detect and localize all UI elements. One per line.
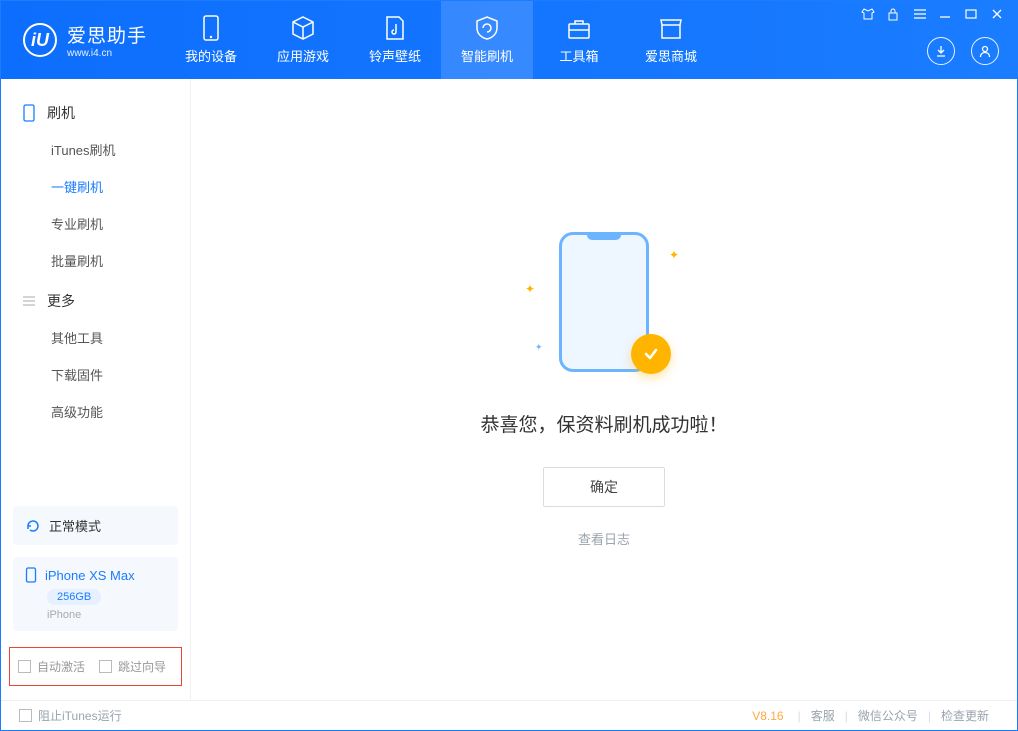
refresh-icon [25,518,41,534]
header-actions [927,37,999,65]
sidebar-item-advanced[interactable]: 高级功能 [1,393,190,430]
checkbox-auto-activate[interactable]: 自动激活 [18,658,85,675]
success-message: 恭喜您，保资料刷机成功啦！ [480,410,727,437]
sidebar-section-flash: 刷机 iTunes刷机 一键刷机 专业刷机 批量刷机 [1,95,190,283]
checkbox-block-itunes[interactable]: 阻止iTunes运行 [19,707,122,724]
tab-toolbox[interactable]: 工具箱 [533,1,625,79]
toolbox-icon [566,15,592,41]
tab-my-device[interactable]: 我的设备 [165,1,257,79]
sparkle-icon: ✦ [535,342,543,353]
view-log-link[interactable]: 查看日志 [578,529,630,548]
section-title: 刷机 [47,103,75,123]
main-content: ✦ ✦ ✦ 恭喜您，保资料刷机成功啦！ 确定 查看日志 [191,79,1017,700]
sidebar-item-download-firmware[interactable]: 下载固件 [1,356,190,393]
checkbox-label: 自动激活 [37,658,85,675]
tab-label: 我的设备 [185,46,237,65]
window-controls [861,7,1007,21]
tab-label: 智能刷机 [461,46,513,65]
sidebar: 刷机 iTunes刷机 一键刷机 专业刷机 批量刷机 更多 其他工具 下载固件 … [1,79,191,700]
tab-store[interactable]: 爱思商城 [625,1,717,79]
close-icon[interactable] [991,8,1007,20]
capacity-badge: 256GB [47,589,101,605]
highlighted-checkboxes: 自动激活 跳过向导 [9,647,182,686]
logo-area: iU 爱思助手 www.i4.cn [1,21,165,59]
section-header-flash: 刷机 [1,95,190,131]
sparkle-icon: ✦ [525,282,535,296]
shirt-icon[interactable] [861,7,877,21]
tab-label: 工具箱 [560,46,599,65]
version-label: V8.16 [752,709,783,723]
ok-button[interactable]: 确定 [543,467,665,507]
menu-icon[interactable] [913,8,929,20]
body: 刷机 iTunes刷机 一键刷机 专业刷机 批量刷机 更多 其他工具 下载固件 … [1,79,1017,700]
app-name: 爱思助手 [67,21,147,48]
device-box[interactable]: iPhone XS Max 256GB iPhone [13,557,178,631]
device-name-row: iPhone XS Max [25,567,166,583]
phone-icon [198,15,224,41]
tab-ringtone-wallpaper[interactable]: 铃声壁纸 [349,1,441,79]
logo-icon: iU [23,23,57,57]
list-icon [21,293,37,309]
checkbox-icon [99,660,112,673]
footer-link-update[interactable]: 检查更新 [941,707,989,724]
maximize-icon[interactable] [965,8,981,20]
nav-tabs: 我的设备 应用游戏 铃声壁纸 智能刷机 工具箱 爱思商城 [165,1,717,79]
tab-label: 应用游戏 [277,46,329,65]
app-site: www.i4.cn [67,48,147,59]
success-illustration: ✦ ✦ ✦ [539,232,669,382]
mode-box[interactable]: 正常模式 [13,506,178,545]
app-window: iU 爱思助手 www.i4.cn 我的设备 应用游戏 铃声壁纸 智能刷机 [0,0,1018,731]
tab-label: 铃声壁纸 [369,46,421,65]
store-icon [658,15,684,41]
sparkle-icon: ✦ [669,248,679,262]
checkbox-skip-guide[interactable]: 跳过向导 [99,658,166,675]
lock-icon[interactable] [887,7,903,21]
tab-smart-flash[interactable]: 智能刷机 [441,1,533,79]
logo-text: 爱思助手 www.i4.cn [67,21,147,59]
cube-icon [290,15,316,41]
sidebar-item-batch-flash[interactable]: 批量刷机 [1,242,190,279]
device-name: iPhone XS Max [45,568,135,583]
footer-link-wechat[interactable]: 微信公众号 [858,707,918,724]
sidebar-item-other-tools[interactable]: 其他工具 [1,319,190,356]
device-icon [21,105,37,121]
footer: 阻止iTunes运行 V8.16 | 客服 | 微信公众号 | 检查更新 [1,700,1017,730]
tab-label: 爱思商城 [645,46,697,65]
checkbox-label: 跳过向导 [118,658,166,675]
minimize-icon[interactable] [939,8,955,20]
checkbox-icon [19,709,32,722]
phone-small-icon [25,567,37,583]
section-header-more: 更多 [1,283,190,319]
section-title: 更多 [47,291,75,311]
checkbox-icon [18,660,31,673]
sidebar-item-pro-flash[interactable]: 专业刷机 [1,205,190,242]
sidebar-item-itunes-flash[interactable]: iTunes刷机 [1,131,190,168]
sidebar-item-oneclick-flash[interactable]: 一键刷机 [1,168,190,205]
tab-apps-games[interactable]: 应用游戏 [257,1,349,79]
music-file-icon [382,15,408,41]
checkbox-label: 阻止iTunes运行 [38,707,122,724]
sidebar-section-more: 更多 其他工具 下载固件 高级功能 [1,283,190,434]
footer-link-service[interactable]: 客服 [811,707,835,724]
header: iU 爱思助手 www.i4.cn 我的设备 应用游戏 铃声壁纸 智能刷机 [1,1,1017,79]
download-icon[interactable] [927,37,955,65]
device-type: iPhone [47,609,166,621]
mode-label: 正常模式 [49,516,101,535]
shield-refresh-icon [474,15,500,41]
success-check-icon [631,334,671,374]
user-icon[interactable] [971,37,999,65]
